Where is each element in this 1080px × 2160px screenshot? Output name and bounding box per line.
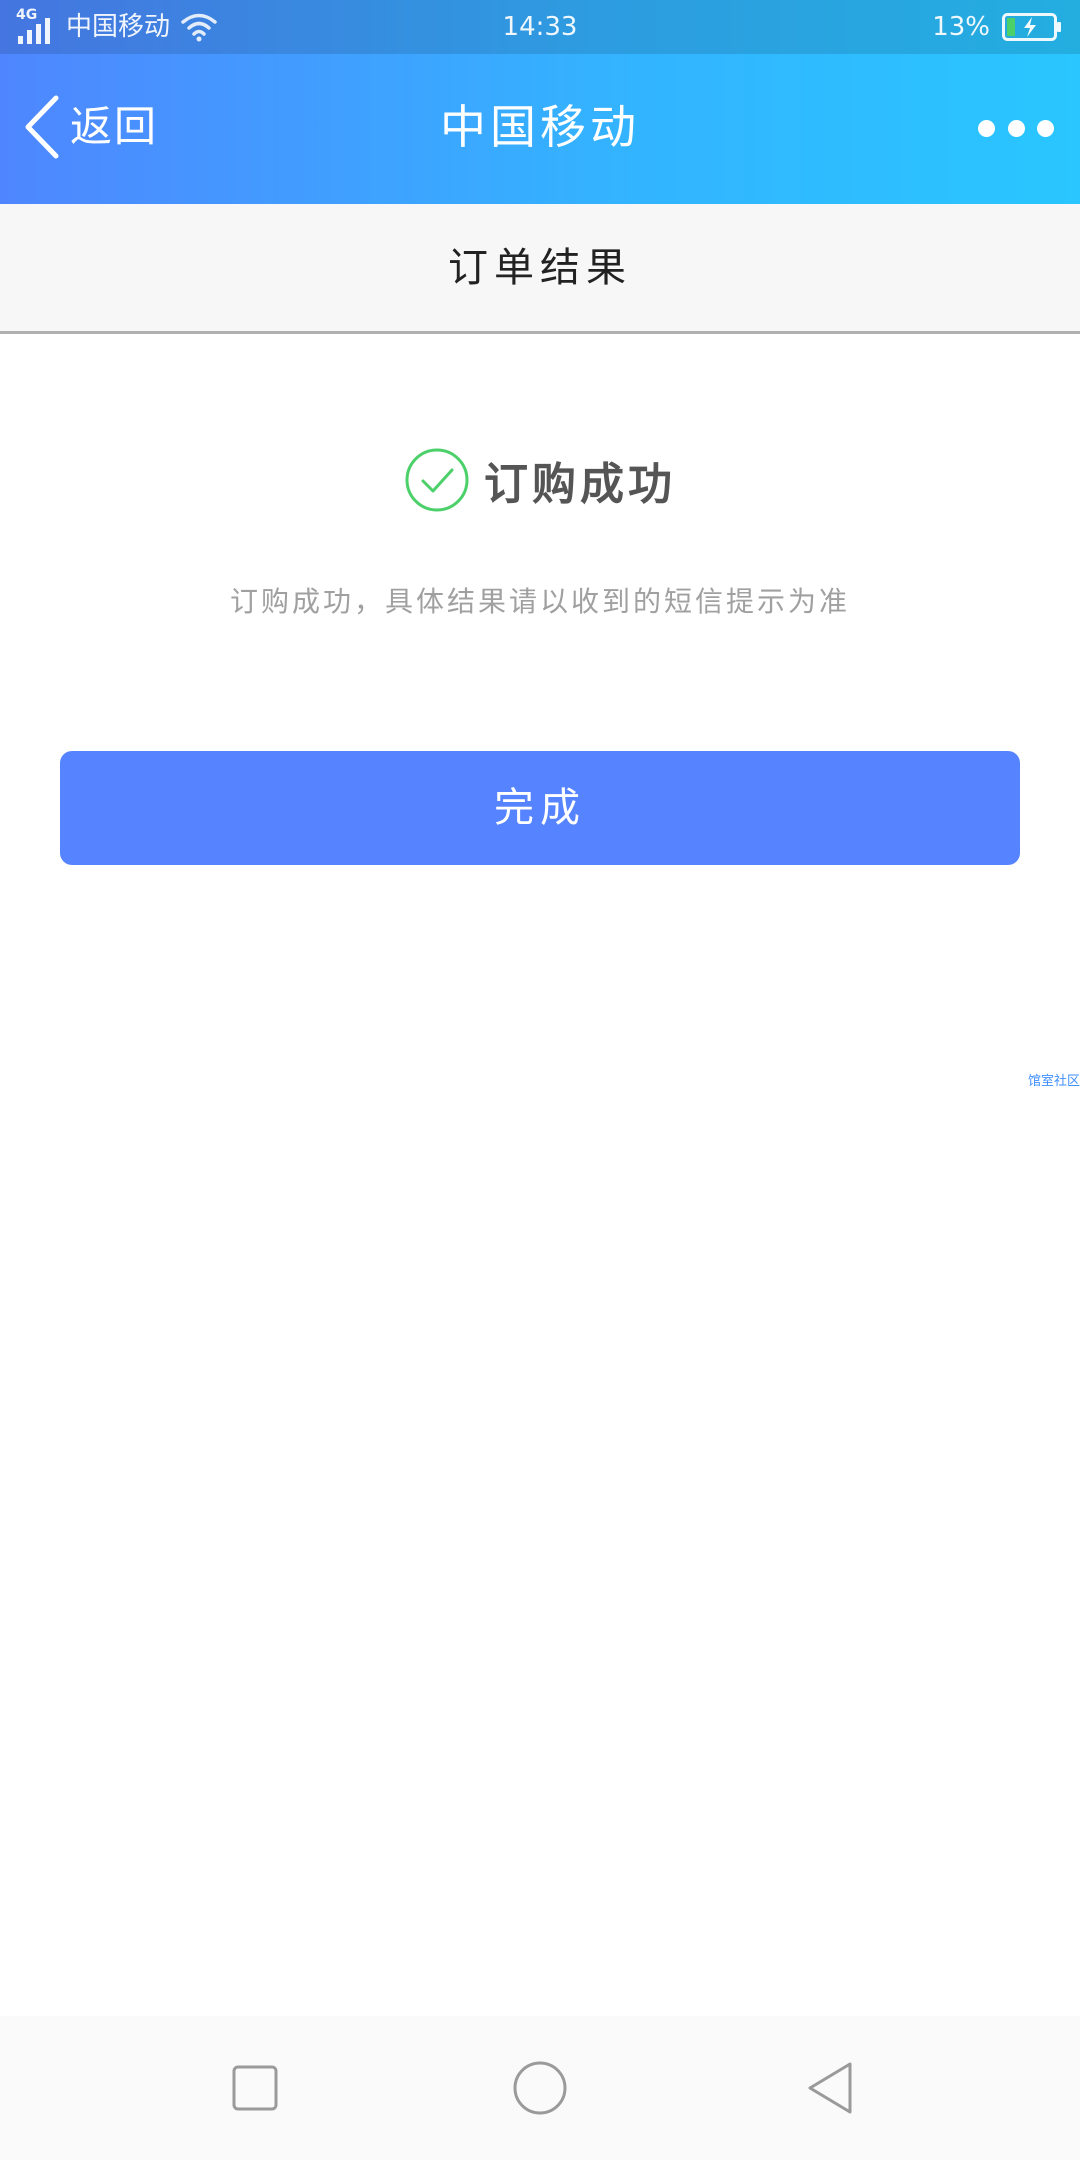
more-button[interactable] <box>978 108 1054 148</box>
result-title: 订购成功 <box>484 459 676 510</box>
title-bar: 返回 中国移动 <box>0 54 1080 204</box>
watermark: 馆室社区 <box>1027 1074 1080 1089</box>
system-back-button[interactable] <box>788 2046 872 2130</box>
app-title: 中国移动 <box>440 100 640 154</box>
result-status: 订购成功 <box>0 446 1080 514</box>
done-button[interactable]: 完成 <box>60 751 1020 865</box>
status-right: 13% <box>932 8 1062 46</box>
home-button[interactable] <box>498 2046 582 2130</box>
battery-charging-icon <box>1002 13 1061 41</box>
square-icon <box>232 2065 278 2111</box>
check-circle-icon <box>405 448 469 512</box>
more-dots-icon <box>978 119 995 137</box>
more-dots-icon <box>1037 119 1054 137</box>
recents-button[interactable] <box>213 2046 297 2130</box>
app-header-background: 4G 中国移动 14:33 13% 返回 中国移动 <box>0 0 1080 204</box>
clock: 14:33 <box>502 12 578 42</box>
circle-icon <box>513 2061 567 2115</box>
battery-percentage: 13% <box>932 12 990 42</box>
page-header: 订单结果 <box>0 204 1080 334</box>
result-description: 订购成功，具体结果请以收到的短信提示为准 <box>229 585 850 618</box>
more-dots-icon <box>1007 119 1025 137</box>
status-bar: 4G 中国移动 14:33 13% <box>0 0 1080 54</box>
system-navigation-bar <box>0 2016 1080 2160</box>
triangle-back-icon <box>808 2062 852 2114</box>
page-title: 订单结果 <box>448 245 632 291</box>
